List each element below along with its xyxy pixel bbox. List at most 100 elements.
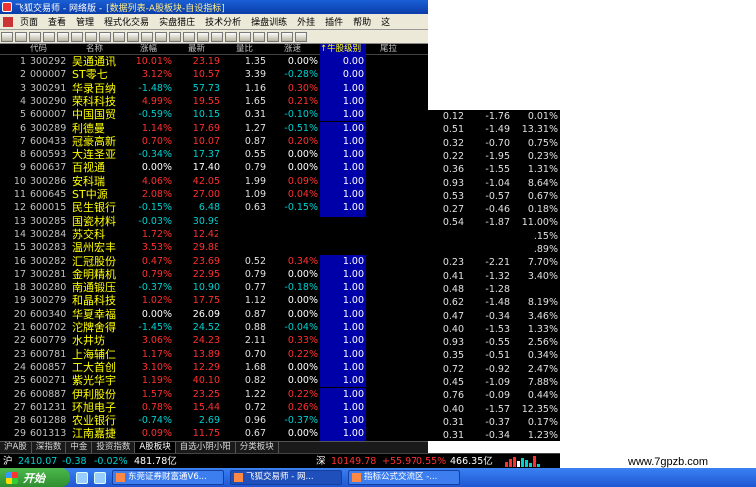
table-row[interactable]: 28 601288 农业银行 -0.74% 2.69 0.96 -0.37% 1.00 [0, 414, 428, 428]
table-row[interactable]: 7 600433 冠豪高新 0.70% 10.07 0.87 0.20% 1.00 [0, 134, 428, 149]
system-menu-icon[interactable] [3, 16, 13, 27]
toolbar-exit-icon[interactable] [295, 31, 307, 42]
col-header-change[interactable]: 涨幅 [140, 44, 172, 55]
toolbar-zoom-icon[interactable] [169, 31, 181, 42]
table-row[interactable]: 5 600007 中国国贸 -0.59% 10.15 0.31 -0.10% 1.00 [0, 108, 428, 122]
table-row[interactable]: 4 300290 荣科科技 4.99% 19.55 1.65 0.21% 1.00 [0, 94, 428, 109]
table-row[interactable]: 20 600340 华夏幸福 0.00% 26.09 0.87 0.00% 1.00 [0, 307, 428, 321]
tab-cffex[interactable]: 中金 [66, 442, 93, 453]
toolbar-select-icon[interactable] [141, 31, 153, 42]
menu-help[interactable]: 帮助 [348, 15, 376, 28]
last-price: 24.52 [192, 322, 220, 333]
toolbar-chart-icon[interactable] [57, 31, 69, 42]
toolbar-kline-icon[interactable] [71, 31, 83, 42]
table-row[interactable]: 1 300292 吴通通讯 10.01% 23.19 1.35 0.00% 0.00 [0, 55, 428, 69]
rise-speed: -0.28% [284, 69, 318, 81]
menu-manage[interactable]: 管理 [71, 15, 99, 28]
table-row[interactable]: 11 600645 ST中源 2.08% 27.00 1.09 0.04% 1.00 [0, 188, 428, 202]
toolbar-quote-icon[interactable] [43, 31, 55, 42]
table-row[interactable]: 29 601313 江南嘉捷 0.09% 11.75 0.67 0.00% 1.00 [0, 427, 428, 441]
col-header-volume-ratio[interactable]: 量比 [236, 44, 266, 55]
col-header-speed[interactable]: 涨速 [284, 44, 318, 55]
table-row[interactable]: 25 600271 紫光华宇 1.19% 40.10 0.82 0.00% 1.00 [0, 374, 428, 388]
tab-investment-index[interactable]: 投资指数 [92, 442, 136, 453]
menu-extra[interactable]: 这 [376, 15, 395, 28]
last-price: 26.09 [192, 308, 220, 320]
quicklaunch-desktop-icon[interactable] [94, 471, 106, 484]
table-row[interactable]: 26 600887 伊利股份 1.57% 23.25 1.22 0.22% 1.00 [0, 387, 428, 401]
table-row[interactable]: 18 300280 南通锻压 -0.37% 10.90 0.77 -0.18% 1.00 [0, 281, 428, 295]
menu-addons[interactable]: 外挂 [292, 15, 320, 28]
menu-page[interactable]: 页面 [15, 15, 43, 28]
toolbar-home-icon[interactable] [29, 31, 41, 42]
background-cell: -0.09 [485, 390, 510, 402]
stock-code: 000007 [30, 69, 67, 81]
tab-sh-a[interactable]: 沪A股 [0, 442, 32, 453]
background-cell: 1.33% [527, 323, 558, 335]
tab-watchlist[interactable]: 自选小阴小阳 [176, 442, 236, 453]
table-row[interactable]: 3 300291 华录百纳 -1.48% 57.73 1.16 0.30% 1.00 [0, 81, 428, 95]
task-broker-app[interactable]: 东莞证券财富通V6... [112, 470, 224, 485]
table-row[interactable]: 12 600015 民生银行 -0.15% 6.48 0.63 -0.15% 1.00 [0, 201, 428, 215]
table-row[interactable]: 9 600637 百视通 0.00% 17.40 0.79 0.00% 1.00 [0, 161, 428, 175]
background-cell: -1.04 [485, 177, 510, 189]
menu-program-trading[interactable]: 程式化交易 [99, 15, 154, 28]
table-row[interactable]: 27 601231 环旭电子 0.78% 15.44 0.72 0.26% 1.00 [0, 400, 428, 415]
col-header-price[interactable]: 最新 [188, 44, 220, 55]
toolbar-news-icon[interactable] [113, 31, 125, 42]
toolbar-f10-icon[interactable] [99, 31, 111, 42]
tab-a-share-sector[interactable]: A股板块 [135, 442, 176, 453]
toolbar-sync-icon[interactable] [253, 31, 265, 42]
background-cell: 0.17% [527, 416, 558, 428]
toolbar-split-icon[interactable] [225, 31, 237, 42]
menu-view[interactable]: 查看 [43, 15, 71, 28]
title-bar[interactable]: 飞狐交易师 - 网络版 - [数据列表-A股板块-自设指标] [0, 0, 428, 14]
quicklaunch-ie-icon[interactable] [76, 471, 88, 484]
table-row[interactable]: 22 600779 水井坊 3.06% 24.23 2.11 0.33% 1.00 [0, 334, 428, 348]
tab-category-sector[interactable]: 分类板块 [236, 442, 279, 453]
menu-live-hunt[interactable]: 实盘猎庄 [154, 15, 200, 28]
start-button[interactable]: 开始 [0, 468, 70, 487]
stock-name: 民生银行 [72, 201, 116, 215]
col-header-score-sorted[interactable]: ↑牛股级别 [320, 44, 366, 55]
toolbar-alert-icon[interactable] [155, 31, 167, 42]
last-price: 10.07 [192, 135, 220, 147]
task-forum[interactable]: 指标公式交流区 -... [348, 470, 460, 485]
table-row[interactable]: 21 600702 沱牌舍得 -1.45% 24.52 0.88 -0.04% 1.00 [0, 321, 428, 335]
change-pct: 4.06% [141, 175, 172, 187]
background-row: 0.32 -0.70 0.75% [428, 137, 560, 150]
menu-plugins[interactable]: 插件 [320, 15, 348, 28]
table-row[interactable]: 6 300289 利德曼 1.14% 17.69 1.27 -0.51% 1.00 [0, 121, 428, 135]
change-pct: 0.79% [141, 268, 172, 280]
toolbar-window-icon[interactable] [211, 31, 223, 42]
toolbar-layout-icon[interactable] [239, 31, 251, 42]
table-row[interactable]: 17 300281 金明精机 0.79% 22.95 0.79 0.00% 1.00 [0, 267, 428, 282]
col-header-code[interactable]: 代码 [30, 44, 70, 55]
stock-code: 300289 [30, 122, 67, 134]
toolbar-back-icon[interactable] [1, 31, 13, 42]
toolbar-forward-icon[interactable] [15, 31, 27, 42]
col-header-name[interactable]: 名称 [86, 44, 126, 55]
toolbar-lock-icon[interactable] [267, 31, 279, 42]
table-row[interactable]: 16 300282 汇冠股份 0.47% 23.69 0.52 0.34% 1.00 [0, 254, 428, 268]
menu-tech-analysis[interactable]: 技术分析 [200, 15, 246, 28]
toolbar-list-icon[interactable] [85, 31, 97, 42]
table-row[interactable]: 2 000007 ST零七 3.12% 10.57 3.39 -0.28% 0.00 [0, 68, 428, 82]
table-row[interactable]: 23 600781 上海辅仁 1.17% 13.89 0.70 0.22% 1.00 [0, 347, 428, 361]
menu-training[interactable]: 操盘训练 [246, 15, 292, 28]
table-row[interactable]: 24 600857 工大首创 3.10% 12.29 1.68 0.00% 1.00 [0, 360, 428, 375]
row-index: 14 [13, 228, 26, 240]
background-row: 0.40 -1.57 12.35% [428, 403, 560, 416]
toolbar-formula-icon[interactable] [127, 31, 139, 42]
table-row[interactable]: 10 300286 安科瑞 4.06% 42.05 1.99 0.09% 1.00 [0, 174, 428, 188]
volume-ratio: 2.11 [244, 335, 266, 347]
tab-sz-index[interactable]: 深指数 [32, 442, 67, 453]
toolbar-info-icon[interactable] [281, 31, 293, 42]
volume-ratio: 1.12 [244, 295, 266, 307]
table-row[interactable]: 19 300279 和晶科技 1.02% 17.75 1.12 0.00% 1.00 [0, 294, 428, 308]
table-row[interactable]: 8 600593 大连圣亚 -0.34% 17.37 0.55 0.00% 1.00 [0, 148, 428, 162]
toolbar-options-icon[interactable] [197, 31, 209, 42]
toolbar-print-icon[interactable] [183, 31, 195, 42]
col-header-tail[interactable]: 尾拉 [380, 44, 410, 55]
task-trading-app[interactable]: 飞狐交易师 - 网... [230, 470, 342, 485]
